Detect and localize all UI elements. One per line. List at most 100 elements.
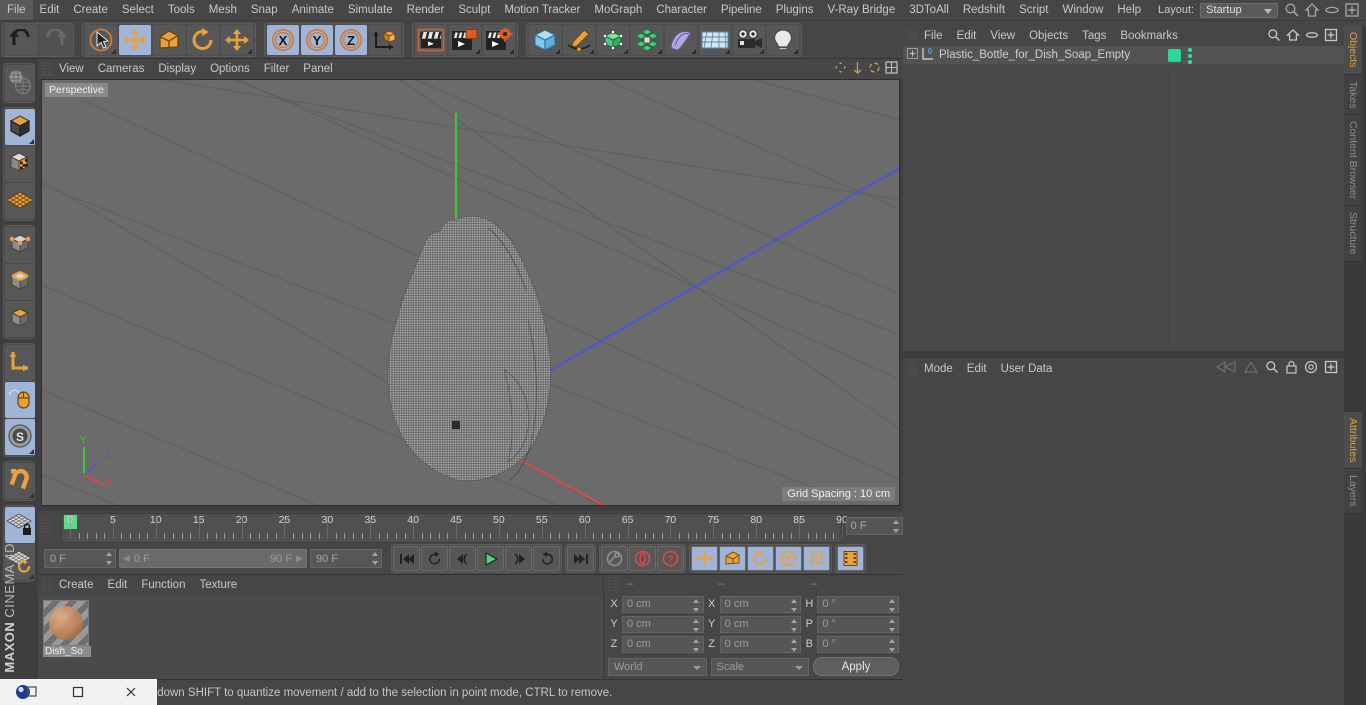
ellipse-icon[interactable]: [1305, 28, 1319, 45]
visibility-dots-icon[interactable]: [1188, 47, 1192, 64]
make-editable-globe-button[interactable]: [5, 65, 35, 101]
scale-view-icon[interactable]: [851, 61, 864, 77]
lock-z-axis-button[interactable]: Z: [335, 24, 367, 55]
viewport-solo-selection-button[interactable]: S: [5, 419, 35, 455]
rail-tab-layers[interactable]: Layers: [1344, 469, 1362, 514]
viewport-menu-panel[interactable]: Panel: [296, 59, 339, 79]
rotate-view-icon[interactable]: [868, 61, 881, 77]
record-rotation-button[interactable]: [747, 546, 774, 571]
object-row[interactable]: 0 Plastic_Bottle_for_Dish_Soap_Empty: [903, 46, 1344, 65]
menu-script[interactable]: Script: [1012, 0, 1055, 20]
rail-tab-attributes[interactable]: Attributes: [1344, 411, 1362, 470]
rail-tab-objects[interactable]: Objects: [1344, 26, 1362, 75]
enable-axis-modification-button[interactable]: [5, 345, 35, 381]
add-floor-button[interactable]: [699, 24, 731, 55]
attributes-menu-mode[interactable]: Mode: [917, 359, 960, 379]
attributes-menu-user-data[interactable]: User Data: [994, 359, 1060, 379]
home-icon[interactable]: [1285, 28, 1301, 45]
menu-select[interactable]: Select: [115, 0, 161, 20]
add-panel-icon[interactable]: [1324, 28, 1338, 45]
menu-character[interactable]: Character: [649, 0, 714, 20]
stepper-icon[interactable]: [105, 552, 112, 565]
timeline-ruler[interactable]: 051015202530354045505560657075808590: [61, 513, 848, 543]
menu-tools[interactable]: Tools: [161, 0, 202, 20]
material-menu-texture[interactable]: Texture: [192, 575, 244, 595]
coordinate-system-select[interactable]: World: [608, 657, 707, 676]
perspective-viewport[interactable]: Perspective Y X Z Grid Spacing: 10 cm: [41, 79, 900, 506]
end-frame-field[interactable]: 90 F: [310, 549, 382, 568]
keyframe-help-button[interactable]: ?: [657, 546, 684, 571]
objects-menu-view[interactable]: View: [983, 26, 1022, 46]
timeline-grip-icon[interactable]: [40, 519, 51, 533]
material-tag-swatch[interactable]: [1168, 49, 1181, 62]
rotation-b-input[interactable]: 0 °: [817, 635, 900, 653]
range-left-arrow-icon[interactable]: ◀: [123, 553, 130, 564]
add-deformer-button[interactable]: [631, 24, 663, 55]
panel-grip-icon[interactable]: [607, 577, 618, 591]
search-icon[interactable]: [1265, 360, 1279, 377]
polygons-mode-button[interactable]: [5, 301, 35, 337]
render-to-picture-viewer-button[interactable]: [449, 24, 481, 55]
stepper-icon[interactable]: [693, 638, 700, 652]
panel-grip-icon[interactable]: [41, 578, 52, 592]
minimize-icon[interactable]: [1324, 2, 1340, 18]
menu-create[interactable]: Create: [66, 0, 115, 20]
search-icon[interactable]: [1284, 2, 1300, 18]
menu-simulate[interactable]: Simulate: [341, 0, 400, 20]
points-mode-button[interactable]: [5, 227, 35, 263]
next-frame-button[interactable]: [505, 546, 532, 571]
menu-redshift[interactable]: Redshift: [956, 0, 1012, 20]
objects-menu-objects[interactable]: Objects: [1022, 26, 1075, 46]
home-icon[interactable]: [1304, 2, 1320, 18]
record-active-objects-button[interactable]: [629, 546, 656, 571]
add-light-button[interactable]: [767, 24, 799, 55]
viewport-menu-filter[interactable]: Filter: [257, 59, 297, 79]
coordinate-mode-select[interactable]: Scale: [710, 657, 809, 676]
size-y-input[interactable]: 0 cm: [719, 615, 802, 633]
range-right-arrow-icon[interactable]: ▶: [296, 553, 303, 564]
target-icon[interactable]: [1304, 360, 1318, 377]
position-y-input[interactable]: 0 cm: [622, 615, 704, 633]
stepper-icon[interactable]: [693, 618, 700, 632]
apply-button[interactable]: Apply: [813, 657, 899, 676]
menu-mograph[interactable]: MoGraph: [587, 0, 649, 20]
lock-workplane-button[interactable]: [5, 507, 35, 543]
panel-grip-icon[interactable]: [906, 361, 917, 376]
close-window-button[interactable]: [105, 679, 157, 705]
restore-window-button[interactable]: [52, 679, 104, 705]
go-to-start-button[interactable]: [393, 546, 420, 571]
add-camera-button[interactable]: [733, 24, 765, 55]
play-forwards-loop-button[interactable]: [533, 546, 560, 571]
autokeying-button[interactable]: [601, 546, 628, 571]
rail-tab-content-browser[interactable]: Content Browser: [1344, 115, 1362, 207]
play-backwards-loop-button[interactable]: [421, 546, 448, 571]
material-menu-function[interactable]: Function: [134, 575, 192, 595]
rail-tab-takes[interactable]: Takes: [1344, 74, 1362, 116]
texture-mode-button[interactable]: [5, 146, 35, 182]
menu-file[interactable]: File: [0, 0, 33, 20]
stepper-icon[interactable]: [371, 552, 378, 565]
record-parameter-button[interactable]: P: [775, 546, 802, 571]
scale-tool[interactable]: [153, 24, 185, 55]
record-position-button[interactable]: [691, 546, 718, 571]
stepper-icon[interactable]: [693, 598, 700, 612]
menu-render[interactable]: Render: [400, 0, 452, 20]
history-forward-icon[interactable]: [1243, 360, 1259, 377]
preview-range-slider[interactable]: ◀ 0 F 90 F ▶: [119, 549, 307, 568]
rotate-tool[interactable]: [187, 24, 219, 55]
objects-menu-file[interactable]: File: [917, 26, 950, 46]
rotation-h-input[interactable]: 0 °: [817, 595, 900, 613]
stepper-icon[interactable]: [888, 598, 895, 612]
material-item[interactable]: Dish_So: [43, 600, 91, 657]
layout-select[interactable]: Startup: [1200, 2, 1278, 18]
lock-icon[interactable]: [1285, 360, 1298, 377]
undo-button[interactable]: [5, 24, 37, 55]
menu-motion-tracker[interactable]: Motion Tracker: [497, 0, 587, 20]
menu-animate[interactable]: Animate: [285, 0, 341, 20]
viewport-menu-view[interactable]: View: [52, 59, 91, 79]
lock-y-axis-button[interactable]: Y: [301, 24, 333, 55]
position-x-input[interactable]: 0 cm: [622, 595, 704, 613]
workplane-mode-button[interactable]: [5, 183, 35, 219]
render-view-button[interactable]: [415, 24, 447, 55]
redo-button[interactable]: [39, 24, 71, 55]
